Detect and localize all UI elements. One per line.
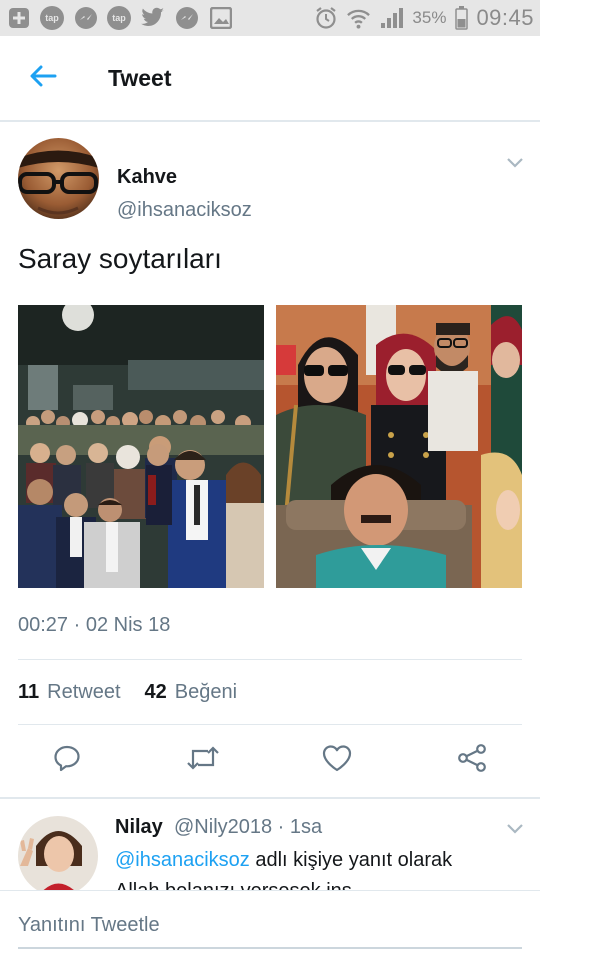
tweet-timestamp: 00:27 · 02 Nis 18 bbox=[18, 614, 171, 636]
heart-icon bbox=[321, 743, 353, 778]
reply-compose-bar bbox=[0, 890, 540, 960]
chevron-down-icon[interactable] bbox=[505, 822, 525, 836]
tweet-detail-screen: tap tap 35% 09:45 Tweet Kahve @ihsanacik… bbox=[0, 0, 540, 960]
tap-icon: tap bbox=[40, 6, 64, 30]
tweet-text: Saray soytarıları bbox=[18, 243, 222, 274]
tweet-photo[interactable] bbox=[18, 305, 264, 588]
reply-author-handle[interactable]: @Nily2018 · 1sa bbox=[174, 816, 322, 839]
avatar[interactable] bbox=[18, 138, 99, 219]
tweet-author[interactable]: Kahve @ihsanaciksoz bbox=[18, 138, 518, 222]
author-name[interactable]: Kahve bbox=[117, 166, 177, 189]
share-button[interactable] bbox=[452, 740, 492, 780]
tweet-stats: 11 Retweet 42 Beğeni bbox=[18, 681, 237, 704]
messenger-icon bbox=[73, 6, 98, 31]
clock-time: 09:45 bbox=[476, 5, 534, 30]
retweet-label: Retweet bbox=[47, 681, 121, 703]
retweet-count: 11 bbox=[18, 681, 40, 703]
page-title: Tweet bbox=[108, 64, 172, 91]
like-count: 42 bbox=[144, 681, 167, 703]
wifi-icon bbox=[346, 6, 371, 31]
app-header: Tweet bbox=[0, 36, 540, 122]
share-icon bbox=[456, 742, 488, 779]
avatar[interactable] bbox=[18, 816, 98, 892]
reply-mention-link[interactable]: @ihsanaciksoz bbox=[115, 849, 250, 871]
reply-tweet[interactable]: Nilay @Nily2018 · 1sa @ihsanaciksoz adlı… bbox=[0, 800, 540, 892]
messenger-icon bbox=[174, 6, 199, 31]
battery-icon bbox=[454, 6, 468, 31]
alarm-icon bbox=[313, 6, 338, 31]
retweet-button[interactable] bbox=[183, 740, 223, 780]
divider bbox=[18, 724, 522, 725]
reply-icon bbox=[52, 743, 82, 778]
tweet-photo[interactable] bbox=[276, 305, 522, 588]
reply-button[interactable] bbox=[47, 740, 87, 780]
like-label: Beğeni bbox=[174, 681, 238, 703]
author-handle[interactable]: @ihsanaciksoz bbox=[117, 199, 252, 222]
reply-author-name[interactable]: Nilay bbox=[115, 816, 163, 839]
status-bar: tap tap 35% 09:45 bbox=[0, 0, 540, 36]
reply-context: @ihsanaciksoz adlı kişiye yanıt olarak bbox=[115, 849, 452, 872]
plus-box-icon bbox=[6, 6, 31, 31]
twitter-icon bbox=[140, 6, 165, 31]
like-button[interactable] bbox=[317, 740, 357, 780]
gallery-icon bbox=[208, 6, 233, 31]
chevron-down-icon[interactable] bbox=[505, 156, 525, 170]
retweet-icon bbox=[186, 744, 220, 777]
retweet-count-link[interactable]: 11 Retweet bbox=[18, 681, 121, 704]
like-count-link[interactable]: 42 Beğeni bbox=[145, 681, 238, 704]
tap-icon: tap bbox=[107, 6, 131, 30]
reply-context-text: adlı kişiye yanıt olarak bbox=[249, 849, 453, 871]
arrow-left-icon bbox=[29, 65, 57, 92]
divider bbox=[18, 659, 522, 660]
signal-icon bbox=[379, 6, 404, 31]
divider bbox=[0, 797, 540, 799]
tweet-actions bbox=[0, 740, 540, 784]
tweet-media bbox=[18, 305, 522, 588]
back-button[interactable] bbox=[20, 55, 66, 101]
battery-percent: 35% bbox=[412, 8, 447, 27]
reply-input[interactable] bbox=[18, 903, 522, 949]
